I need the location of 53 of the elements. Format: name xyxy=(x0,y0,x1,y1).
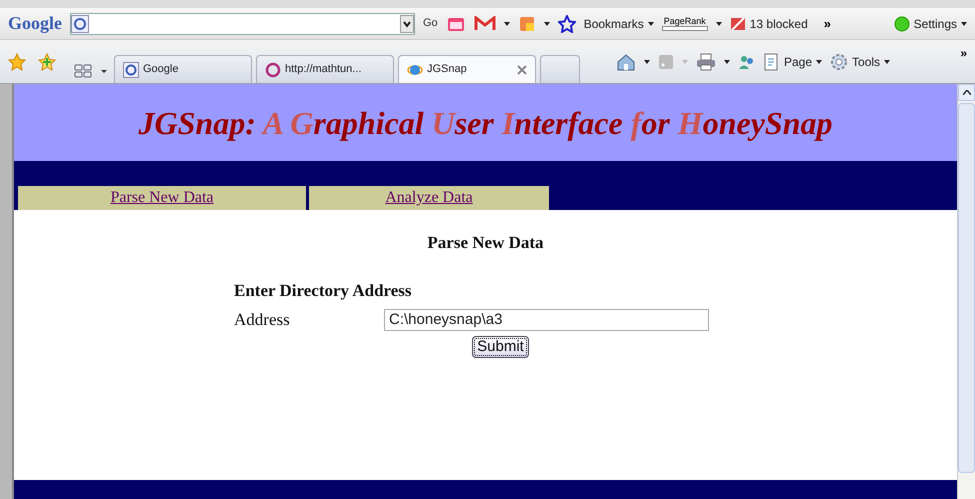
pagerank-label: PageRank xyxy=(664,16,706,26)
google-g-icon[interactable] xyxy=(123,62,139,78)
more-button[interactable]: » xyxy=(824,14,831,34)
browser-tab[interactable]: Google xyxy=(114,55,252,83)
browser-tab[interactable]: http://mathtun... xyxy=(256,55,394,83)
star-icon[interactable] xyxy=(8,52,26,70)
caret-icon[interactable] xyxy=(716,22,722,26)
section-heading: Parse New Data xyxy=(426,232,545,254)
bookmarks-button[interactable]: Bookmarks xyxy=(584,14,654,32)
home-icon[interactable] xyxy=(616,52,636,70)
star-outline-icon[interactable] xyxy=(558,14,576,32)
caret-icon[interactable] xyxy=(504,22,510,26)
form-heading: Enter Directory Address xyxy=(234,280,413,302)
ring-icon[interactable] xyxy=(265,62,281,78)
star-add-icon[interactable] xyxy=(38,52,56,70)
blocked-icon[interactable] xyxy=(730,16,746,32)
caret-icon[interactable] xyxy=(816,60,822,64)
settings-button[interactable]: Settings xyxy=(894,14,967,32)
caret-icon[interactable] xyxy=(648,22,654,26)
caret-icon[interactable] xyxy=(644,60,650,64)
google-g-icon[interactable] xyxy=(71,14,89,32)
browser-tab[interactable]: JGSnap xyxy=(398,55,536,83)
submit-button[interactable]: Submit xyxy=(472,336,529,358)
close-icon[interactable] xyxy=(517,64,527,74)
caret-up-icon xyxy=(962,90,970,95)
pagerank-meter[interactable]: PageRank xyxy=(662,16,708,31)
popup-blocker-button[interactable]: 13 blocked xyxy=(730,14,808,32)
caret-icon[interactable] xyxy=(884,60,890,64)
gear-icon[interactable] xyxy=(830,52,848,70)
status-icon[interactable] xyxy=(894,16,910,32)
go-button[interactable]: Go xyxy=(423,15,438,32)
search-field[interactable] xyxy=(70,12,415,34)
printer-icon[interactable] xyxy=(696,52,716,70)
page-menu-button[interactable]: Page xyxy=(764,52,822,70)
page-icon[interactable] xyxy=(764,52,780,70)
nav-link[interactable]: Parse New Data xyxy=(110,186,214,210)
tools-menu-button[interactable]: Tools xyxy=(830,52,890,70)
google-logo: Google xyxy=(8,12,62,35)
dropdown-icon[interactable] xyxy=(400,14,414,32)
more-button[interactable]: » xyxy=(960,44,967,62)
caret-icon[interactable] xyxy=(724,60,730,64)
caret-icon[interactable] xyxy=(544,22,550,26)
mail-icon[interactable] xyxy=(474,16,496,32)
cube-icon[interactable] xyxy=(518,14,536,32)
scroll-thumb[interactable] xyxy=(958,103,975,473)
nav-link[interactable]: Analyze Data xyxy=(385,186,473,210)
caret-icon[interactable] xyxy=(961,22,967,26)
page-title: JGSnap: A Graphical User Interface for HoneySnap xyxy=(138,104,832,143)
address-field[interactable]: C:\honeysnap\a3 xyxy=(384,308,709,331)
scrollbar[interactable] xyxy=(957,84,975,499)
address-label: Address xyxy=(234,309,291,331)
pagerank-bar xyxy=(662,26,708,31)
scroll-up-button[interactable] xyxy=(958,84,975,101)
